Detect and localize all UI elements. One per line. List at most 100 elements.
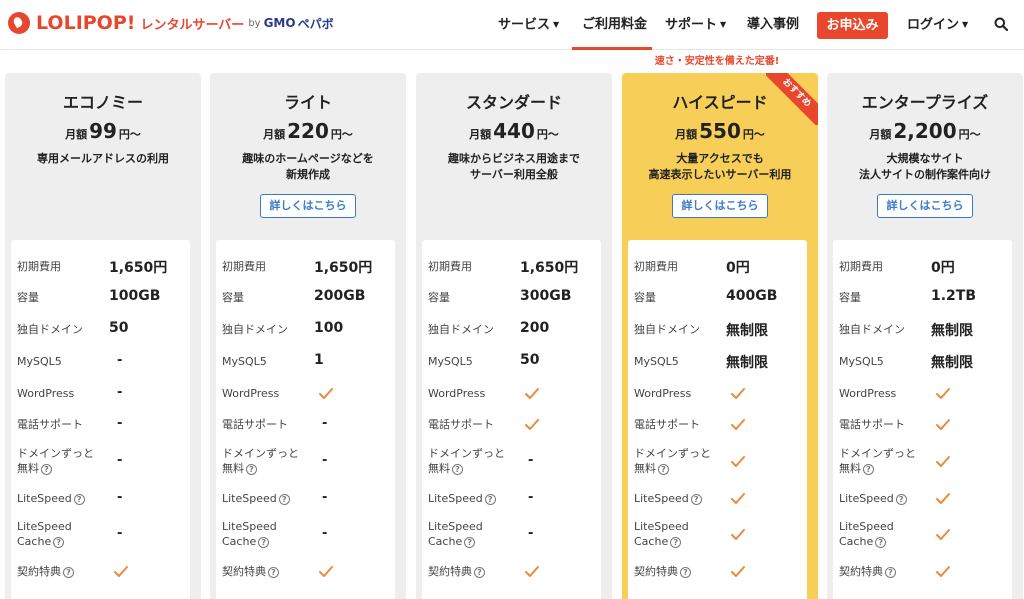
nav-case-studies[interactable]: 導入事例 [747,0,799,50]
spec-label-text: WordPress [634,387,692,400]
help-icon[interactable]: ? [464,536,476,548]
spec-label-line: Cache [222,535,257,548]
spec-label: 契約特典? [634,564,691,579]
spec-label-text: 電話サポート [222,418,288,431]
spec-label: ドメインずっと 無料? [634,446,711,476]
plan-description-line: 法人サイトの制作案件向け [859,168,991,181]
nav-support-label: サポート [665,17,718,33]
help-icon[interactable]: ? [53,536,65,548]
nav-services[interactable]: サービス ▼ [498,0,559,50]
spec-label-text: 独自ドメイン [634,323,700,336]
help-icon[interactable]: ? [690,493,702,505]
spec-value: 100GB [109,288,161,304]
spec-label: WordPress [222,386,279,401]
check-icon [318,386,334,400]
help-icon[interactable]: ? [278,493,290,505]
ribbon-label: おすすめ [766,73,818,125]
check-icon [113,564,129,578]
help-icon[interactable]: ? [670,536,682,548]
spec-label-text: MySQL5 [839,355,884,368]
nav-support[interactable]: サポート ▼ [665,0,726,50]
spec-label-text: 契約特典 [428,565,472,578]
spec-label-line: Cache [634,535,669,548]
spec-label: LiteSpeed? [222,491,290,506]
spec-label-text: MySQL5 [634,355,679,368]
help-icon[interactable]: ? [680,566,691,578]
spec-label-line: LiteSpeed [839,520,894,533]
spec-value: - [322,490,328,505]
spec-label-text: 契約特典 [634,565,678,578]
spec-label: 容量 [428,290,450,305]
help-icon[interactable]: ? [63,566,74,578]
spec-label-text: 初期費用 [222,260,266,273]
spec-label-line: 無料 [634,462,656,475]
spec-value: 0円 [726,260,750,276]
spec-label: 初期費用 [17,259,61,274]
spec-label-text: 容量 [428,291,450,304]
help-icon[interactable]: ? [258,536,270,548]
help-icon[interactable]: ? [484,493,496,505]
help-icon[interactable]: ? [268,566,279,578]
price-suffix: 円〜 [330,128,353,141]
spec-value: 1.2TB [931,288,977,304]
check-icon [524,386,540,400]
highspeed-tagline: 速さ・安定性を備えた定番! [654,56,780,67]
details-button[interactable]: 詳しくはこちら [877,194,973,218]
spec-label: LiteSpeed? [17,491,85,506]
spec-value: - [117,453,123,468]
spec-label-line: Cache [428,535,463,548]
spec-value: 無制限 [931,355,973,371]
spec-label: LiteSpeed Cache? [634,519,689,549]
spec-label: LiteSpeed Cache? [428,519,483,549]
plan-description-line: 趣味からビジネス用途まで [448,152,580,165]
spec-label-text: 初期費用 [634,260,678,273]
price-prefix: 月額 [65,128,88,141]
help-icon[interactable]: ? [885,566,896,578]
spec-value: - [117,490,123,505]
help-icon[interactable]: ? [875,536,887,548]
spec-label-text: 初期費用 [17,260,61,273]
check-icon [935,564,951,578]
spec-label: LiteSpeed? [634,491,702,506]
apply-button[interactable]: お申込み [817,12,888,39]
spec-label-text: WordPress [839,387,897,400]
logo[interactable]: LOLIPOP! レンタルサーバー by GMO ペパボ [8,12,334,34]
spec-value: 1,650円 [314,260,373,276]
logo-by: by [248,17,261,29]
spec-label-text: 容量 [17,291,39,304]
help-icon[interactable]: ? [41,463,52,475]
help-icon[interactable]: ? [895,493,907,505]
spec-label-text: 独自ドメイン [428,323,494,336]
spec-label-text: 独自ドメイン [17,323,83,336]
plan-description: 趣味のホームページなどを 新規作成 [210,151,406,183]
spec-label-text: 契約特典 [222,565,266,578]
spec-label-text: 電話サポート [17,418,83,431]
spec-label: LiteSpeed Cache? [222,519,277,549]
check-icon [730,386,746,400]
details-button[interactable]: 詳しくはこちら [672,194,768,218]
spec-table: 初期費用 0円 容量 400GB 独自ドメイン 無制限 MySQL5 無制限 WordPress… [628,240,807,599]
spec-label: ドメインずっと 無料? [839,446,916,476]
spec-label-line: 無料 [17,462,39,475]
check-icon [935,417,951,431]
price-suffix: 円〜 [742,128,765,141]
spec-label-text: WordPress [428,387,486,400]
help-icon[interactable]: ? [863,463,874,475]
details-button[interactable]: 詳しくはこちら [260,194,356,218]
help-icon[interactable]: ? [246,463,257,475]
help-icon[interactable]: ? [474,566,485,578]
spec-value: - [528,526,534,541]
check-icon [730,454,746,468]
price-suffix: 円〜 [958,128,981,141]
help-icon[interactable]: ? [452,463,463,475]
spec-label-text: MySQL5 [428,355,473,368]
spec-value: - [117,353,123,368]
nav-pricing[interactable]: ご利用料金 [582,0,647,50]
spec-label-text: LiteSpeed [428,492,483,505]
help-icon[interactable]: ? [658,463,669,475]
help-icon[interactable]: ? [73,493,85,505]
search-icon[interactable] [994,17,1008,31]
plan-description-line: サーバー利用全般 [470,168,558,181]
nav-login[interactable]: ログイン ▼ [907,0,968,50]
spec-label: 初期費用 [222,259,266,274]
